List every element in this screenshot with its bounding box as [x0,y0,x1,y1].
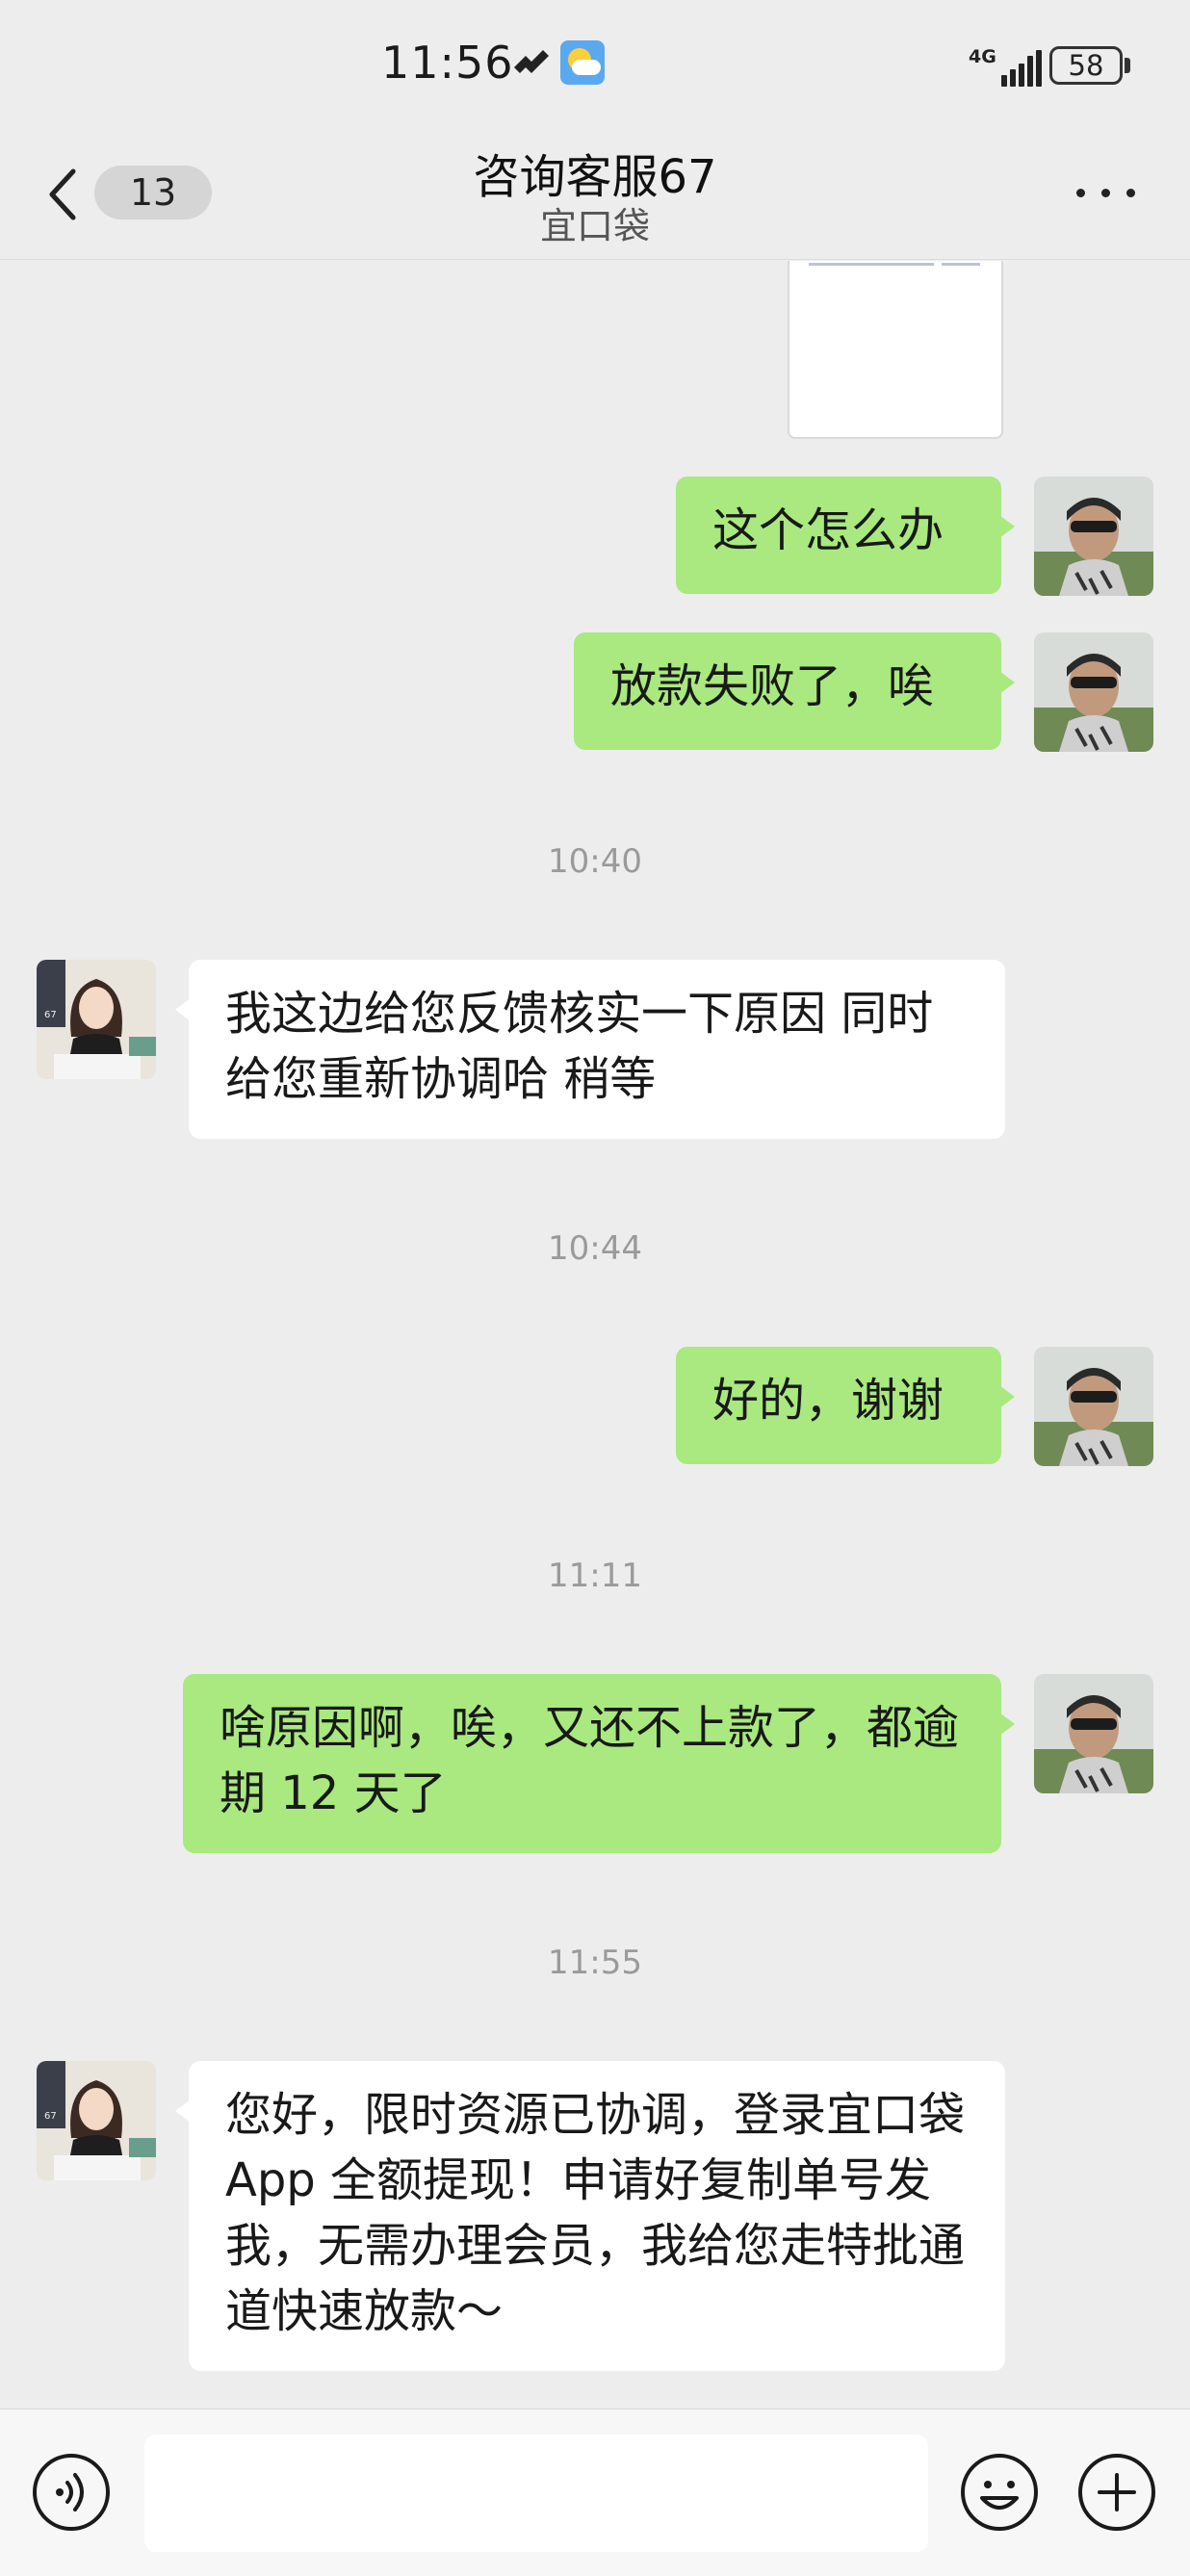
chat-header: 13 咨询客服67 宜口袋 [0,135,1190,260]
chat-subtitle: 宜口袋 [539,205,650,247]
self-avatar[interactable] [1034,1347,1153,1466]
avatar-badge: 67 [44,1010,57,1020]
more-options-button[interactable] [1069,173,1146,212]
status-bar: 11:56 4G 58 [0,0,1190,135]
battery-level: 58 [1068,49,1104,82]
message-input[interactable] [144,2434,928,2552]
battery-cap [1125,58,1130,73]
battery-icon: 58 [1049,46,1123,85]
message-timestamp: 11:11 [548,1557,642,1595]
self-avatar[interactable] [1034,477,1153,596]
weather-icon [560,40,605,85]
message-timestamp: 10:40 [548,842,642,881]
message-bubble-other[interactable]: 我这边给您反馈核实一下原因 同时给您重新协调哈 稍等 [175,960,1005,1139]
message-bubble-other[interactable]: 您好，限时资源已协调，登录宜口袋 App 全额提现！申请好复制单号发我，无需办理… [175,2061,1005,2371]
input-bar [0,2409,1190,2576]
message-timestamp: 11:55 [548,1944,642,1982]
chat-screen: 11:56 4G 58 13 咨询客服67 宜口袋 这个怎么办 放款失败了，唉 … [0,0,1190,2576]
avatar-badge: 67 [44,2111,57,2122]
message-bubble-self[interactable]: 放款失败了，唉 [574,632,1015,750]
message-list[interactable]: 这个怎么办 放款失败了，唉 10:40 67 我这边给您反馈核实一下原因 同时给… [0,261,1190,2408]
self-avatar[interactable] [1034,1674,1153,1793]
message-bubble-self[interactable]: 啥原因啊，唉，又还不上款了，都逾期 12 天了 [183,1674,1015,1853]
self-avatar[interactable] [1034,632,1153,752]
signal-icon: 4G [969,46,1042,87]
voice-icon[interactable] [31,2452,112,2533]
status-time: 11:56 [381,37,514,89]
agent-avatar[interactable]: 67 [37,2061,156,2180]
plus-icon[interactable] [1076,2452,1157,2533]
emoji-icon[interactable] [959,2452,1040,2533]
image-message[interactable] [788,261,1003,439]
message-bubble-self[interactable]: 这个怎么办 [676,477,1015,594]
message-timestamp: 10:44 [548,1229,642,1268]
message-bubble-self[interactable]: 好的，谢谢 [676,1347,1015,1464]
network-type: 4G [969,46,996,67]
agent-avatar[interactable]: 67 [37,960,156,1079]
do-not-disturb-icon [514,50,549,73]
